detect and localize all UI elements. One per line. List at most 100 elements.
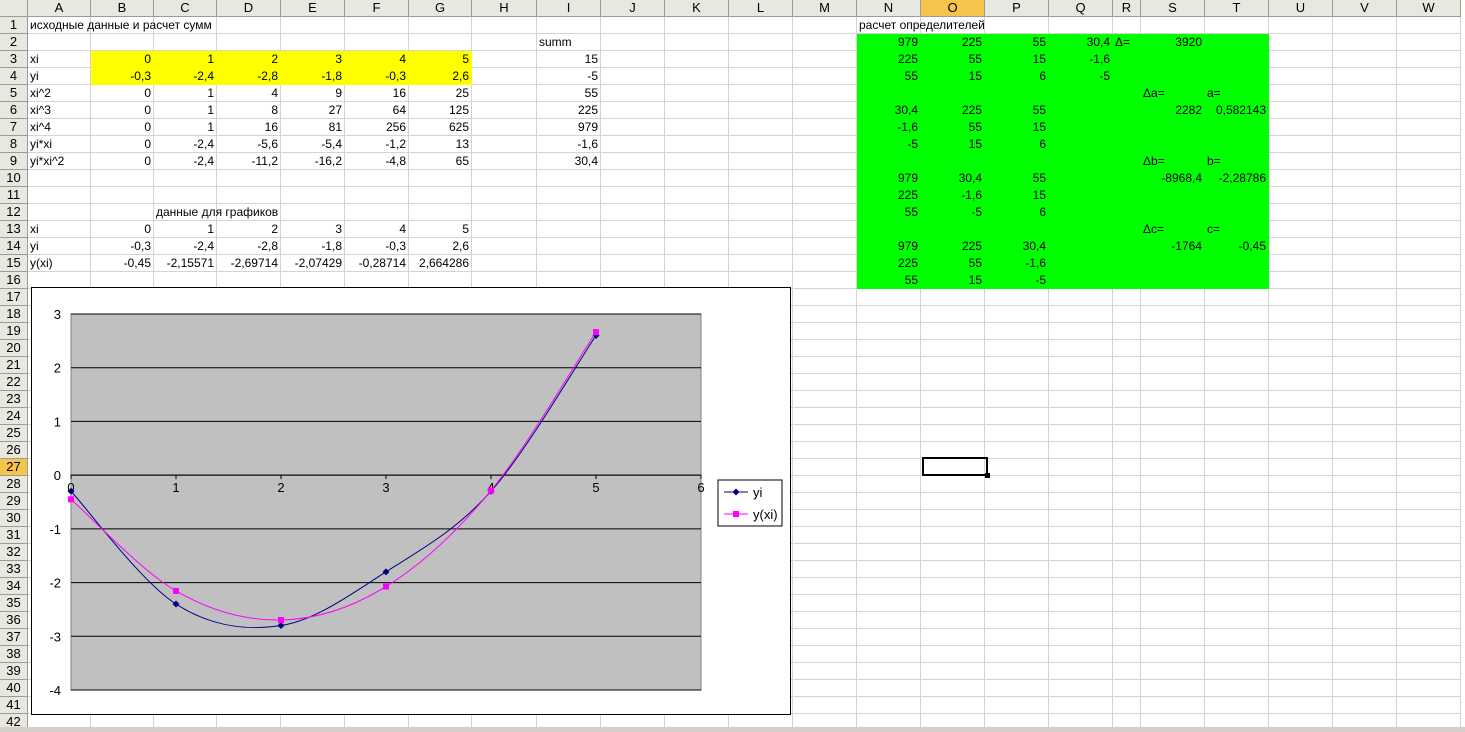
cell-p3[interactable]: 15 bbox=[985, 51, 1046, 68]
column-header-d[interactable]: D bbox=[217, 0, 281, 17]
cell-c6[interactable]: 1 bbox=[154, 102, 214, 119]
cell-d7[interactable]: 16 bbox=[217, 119, 278, 136]
cell-a5[interactable]: xi^2 bbox=[30, 85, 51, 102]
cell-f9[interactable]: -4,8 bbox=[345, 153, 406, 170]
cell-f3[interactable]: 4 bbox=[345, 51, 406, 68]
cell-g7[interactable]: 625 bbox=[409, 119, 469, 136]
cell-p11[interactable]: 15 bbox=[985, 187, 1046, 204]
cell-e13[interactable]: 3 bbox=[281, 221, 342, 238]
cell-t10[interactable]: -2,28786 bbox=[1205, 170, 1266, 187]
column-header-a[interactable]: A bbox=[28, 0, 91, 17]
row-header-25[interactable]: 25 bbox=[0, 425, 28, 442]
row-header-8[interactable]: 8 bbox=[0, 136, 28, 153]
row-header-34[interactable]: 34 bbox=[0, 578, 28, 595]
cell-a8[interactable]: yi*xi bbox=[30, 136, 52, 153]
row-header-12[interactable]: 12 bbox=[0, 204, 28, 221]
row-header-32[interactable]: 32 bbox=[0, 544, 28, 561]
cell-o10[interactable]: 30,4 bbox=[921, 170, 982, 187]
cell-f7[interactable]: 256 bbox=[345, 119, 406, 136]
row-header-13[interactable]: 13 bbox=[0, 221, 28, 238]
cell-t5[interactable]: a= bbox=[1207, 85, 1221, 102]
column-header-t[interactable]: T bbox=[1205, 0, 1269, 17]
cell-i7[interactable]: 979 bbox=[537, 119, 598, 136]
row-header-23[interactable]: 23 bbox=[0, 391, 28, 408]
row-header-16[interactable]: 16 bbox=[0, 272, 28, 289]
cell-o3[interactable]: 55 bbox=[921, 51, 982, 68]
cell-o2[interactable]: 225 bbox=[921, 34, 982, 51]
column-header-i[interactable]: I bbox=[537, 0, 601, 17]
cell-n10[interactable]: 979 bbox=[857, 170, 918, 187]
cell-e5[interactable]: 9 bbox=[281, 85, 342, 102]
column-header-l[interactable]: L bbox=[729, 0, 793, 17]
cell-i4[interactable]: -5 bbox=[537, 68, 598, 85]
cell-e14[interactable]: -1,8 bbox=[281, 238, 342, 255]
row-header-10[interactable]: 10 bbox=[0, 170, 28, 187]
cell-c13[interactable]: 1 bbox=[154, 221, 214, 238]
cell-d8[interactable]: -5,6 bbox=[217, 136, 278, 153]
cell-s10[interactable]: -8968,4 bbox=[1141, 170, 1202, 187]
cell-t13[interactable]: c= bbox=[1207, 221, 1220, 238]
cell-q2[interactable]: 30,4 bbox=[1049, 34, 1110, 51]
cell-d5[interactable]: 4 bbox=[217, 85, 278, 102]
column-header-k[interactable]: K bbox=[665, 0, 729, 17]
column-header-h[interactable]: H bbox=[472, 0, 537, 17]
column-header-o[interactable]: O bbox=[921, 0, 985, 17]
cell-p2[interactable]: 55 bbox=[985, 34, 1046, 51]
row-header-1[interactable]: 1 bbox=[0, 17, 28, 34]
row-header-24[interactable]: 24 bbox=[0, 408, 28, 425]
cell-a15[interactable]: y(xi) bbox=[30, 255, 53, 272]
cell-p12[interactable]: 6 bbox=[985, 204, 1046, 221]
cell-d13[interactable]: 2 bbox=[217, 221, 278, 238]
row-header-19[interactable]: 19 bbox=[0, 323, 28, 340]
cell-n6[interactable]: 30,4 bbox=[857, 102, 918, 119]
cell-i9[interactable]: 30,4 bbox=[537, 153, 598, 170]
column-header-m[interactable]: M bbox=[793, 0, 857, 17]
cell-o14[interactable]: 225 bbox=[921, 238, 982, 255]
row-header-7[interactable]: 7 bbox=[0, 119, 28, 136]
cell-a6[interactable]: xi^3 bbox=[30, 102, 51, 119]
cell-p16[interactable]: -5 bbox=[985, 272, 1046, 289]
column-header-v[interactable]: V bbox=[1333, 0, 1397, 17]
cell-c9[interactable]: -2,4 bbox=[154, 153, 214, 170]
column-header-j[interactable]: J bbox=[601, 0, 665, 17]
row-header-33[interactable]: 33 bbox=[0, 561, 28, 578]
row-header-30[interactable]: 30 bbox=[0, 510, 28, 527]
cell-d4[interactable]: -2,8 bbox=[217, 68, 278, 85]
cell-o8[interactable]: 15 bbox=[921, 136, 982, 153]
cell-g9[interactable]: 65 bbox=[409, 153, 469, 170]
cell-d15[interactable]: -2,69714 bbox=[217, 255, 278, 272]
cell-n8[interactable]: -5 bbox=[857, 136, 918, 153]
cell-b5[interactable]: 0 bbox=[91, 85, 151, 102]
cell-s13[interactable]: Δc= bbox=[1143, 221, 1164, 238]
cell-p15[interactable]: -1,6 bbox=[985, 255, 1046, 272]
cell-c15[interactable]: -2,15571 bbox=[154, 255, 214, 272]
row-header-6[interactable]: 6 bbox=[0, 102, 28, 119]
cell-b14[interactable]: -0,3 bbox=[91, 238, 151, 255]
row-header-18[interactable]: 18 bbox=[0, 306, 28, 323]
cell-g3[interactable]: 5 bbox=[409, 51, 469, 68]
active-cell-o27[interactable] bbox=[922, 457, 988, 476]
cell-b3[interactable]: 0 bbox=[91, 51, 151, 68]
cell-n1[interactable]: расчет определителей bbox=[859, 17, 985, 34]
cell-n16[interactable]: 55 bbox=[857, 272, 918, 289]
row-header-31[interactable]: 31 bbox=[0, 527, 28, 544]
cell-e8[interactable]: -5,4 bbox=[281, 136, 342, 153]
column-header-s[interactable]: S bbox=[1141, 0, 1205, 17]
cell-n4[interactable]: 55 bbox=[857, 68, 918, 85]
cell-c8[interactable]: -2,4 bbox=[154, 136, 214, 153]
column-header-p[interactable]: P bbox=[985, 0, 1049, 17]
cell-f8[interactable]: -1,2 bbox=[345, 136, 406, 153]
cell-n14[interactable]: 979 bbox=[857, 238, 918, 255]
cell-s2[interactable]: 3920 bbox=[1141, 34, 1202, 51]
cell-g13[interactable]: 5 bbox=[409, 221, 469, 238]
cell-t9[interactable]: b= bbox=[1207, 153, 1221, 170]
cell-o12[interactable]: -5 bbox=[921, 204, 982, 221]
cell-o6[interactable]: 225 bbox=[921, 102, 982, 119]
cell-p6[interactable]: 55 bbox=[985, 102, 1046, 119]
cell-c12[interactable]: данные для графиков bbox=[156, 204, 278, 221]
row-header-40[interactable]: 40 bbox=[0, 680, 28, 697]
cell-e15[interactable]: -2,07429 bbox=[281, 255, 342, 272]
cell-b9[interactable]: 0 bbox=[91, 153, 151, 170]
cell-b7[interactable]: 0 bbox=[91, 119, 151, 136]
cell-p7[interactable]: 15 bbox=[985, 119, 1046, 136]
